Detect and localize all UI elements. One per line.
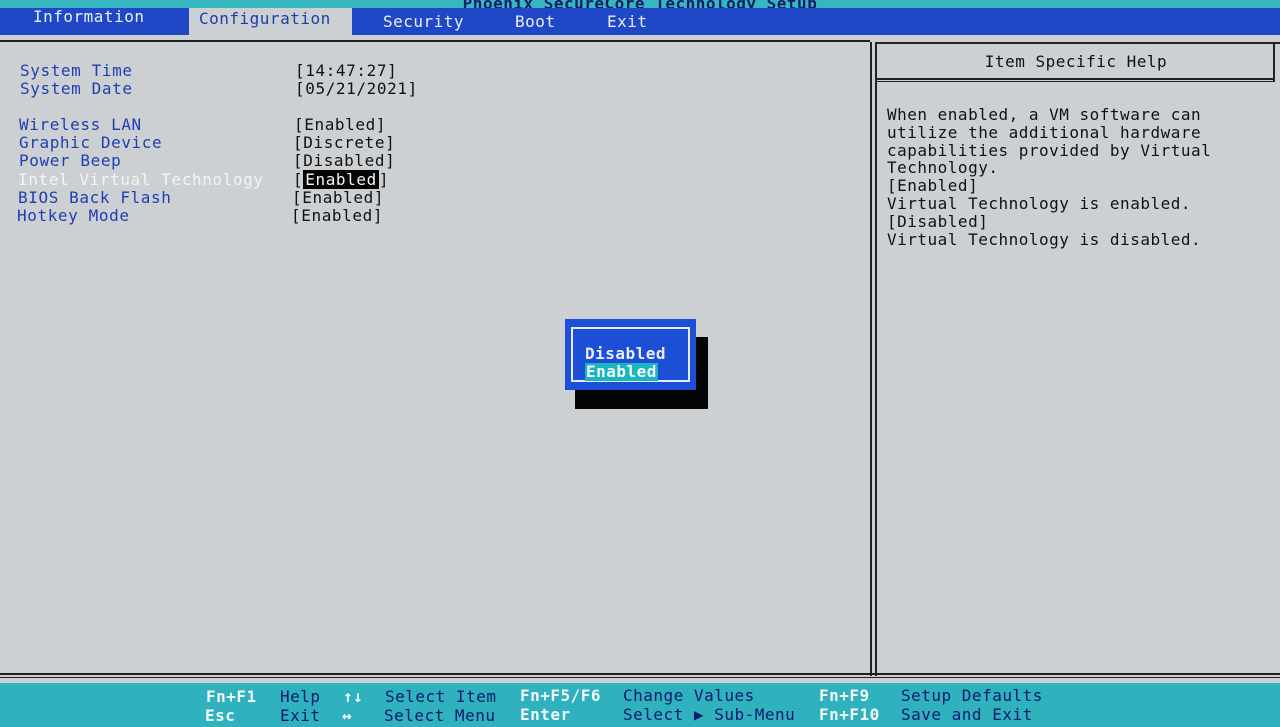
footer-key: Fn+F1 [206, 687, 257, 706]
popup-option-disabled[interactable]: Disabled [585, 345, 666, 363]
help-line: Virtual Technology is disabled. [887, 229, 1202, 249]
footer-desc: Select Item [385, 687, 497, 706]
menu-bar: Information Configuration Security Boot … [0, 8, 1280, 35]
help-title-divider [877, 78, 1275, 82]
setting-value[interactable]: [Discrete] [293, 134, 395, 152]
footer-key: Fn+F10 [819, 705, 880, 724]
footer-desc: Save and Exit [901, 705, 1033, 724]
setting-value[interactable]: [Disabled] [293, 152, 395, 170]
setting-label: BIOS Back Flash [18, 188, 172, 207]
setting-label: Hotkey Mode [17, 206, 130, 225]
footer-desc: Help [280, 687, 321, 706]
help-line: When enabled, a VM software can [887, 105, 1202, 124]
footer-key: Fn+F9 [819, 686, 870, 705]
footer-desc: Setup Defaults [901, 686, 1043, 705]
help-panel-title: Item Specific Help [984, 52, 1168, 71]
left-panel-top-border [0, 40, 870, 42]
help-line: Virtual Technology is enabled. [887, 193, 1191, 213]
tab-information[interactable]: Information [18, 8, 186, 27]
footer-key: Esc [205, 706, 236, 725]
setting-label: Graphic Device [19, 133, 163, 152]
setting-label: System Time [20, 61, 133, 80]
footer-key: Fn+F5/F6 [520, 686, 602, 705]
setting-label: Intel Virtual Technology [18, 170, 264, 189]
tab-exit[interactable]: Exit [597, 13, 677, 35]
help-line: [Disabled] [887, 211, 989, 231]
footer-key: ↔ [342, 706, 353, 725]
footer-desc: Change Values [623, 686, 755, 705]
help-line: Technology. [887, 158, 999, 178]
popup-frame: Disabled Enabled [571, 327, 690, 382]
footer-key: Enter [520, 705, 571, 724]
footer-desc: Exit [280, 706, 321, 725]
footer-desc: Select Menu [384, 706, 496, 725]
setting-label: Power Beep [19, 151, 122, 170]
setting-value[interactable]: [Enabled] [291, 207, 383, 225]
selected-value-highlight: Enabled [303, 170, 379, 189]
setting-value[interactable]: [Enabled] [293, 170, 389, 189]
bios-screen: Phoenix SecureCore Technology Setup Info… [0, 0, 1280, 727]
tab-boot[interactable]: Boot [505, 13, 585, 35]
tab-configuration[interactable]: Configuration [189, 8, 352, 35]
help-line: utilize the additional hardware [887, 122, 1202, 142]
setting-value[interactable]: [14:47:27] [295, 62, 397, 80]
title-bar: Phoenix SecureCore Technology Setup [0, 0, 1280, 13]
footer-desc: Select ▶ Sub-Menu [623, 705, 796, 724]
help-panel-top-border [877, 42, 1280, 44]
setting-label: Wireless LAN [19, 115, 142, 134]
help-line: capabilities provided by Virtual [887, 140, 1212, 160]
help-line: [Enabled] [887, 176, 979, 196]
panel-divider [870, 42, 877, 676]
tab-security[interactable]: Security [373, 13, 493, 35]
footer-key: ↑↓ [343, 687, 364, 706]
footer-keybar: Fn+F1 Help ↑↓ Select Item Fn+F5/F6 Chang… [0, 683, 1280, 727]
setting-value[interactable]: [Enabled] [292, 189, 384, 207]
panel-bottom-border [0, 673, 1280, 678]
popup-option-enabled[interactable]: Enabled [585, 363, 658, 381]
setting-value[interactable]: [Enabled] [294, 116, 386, 134]
value-select-popup: Disabled Enabled [565, 319, 696, 390]
help-panel-text: When enabled, a VM software can utilize t… [887, 106, 1267, 248]
setting-label: System Date [20, 79, 133, 98]
setting-value[interactable]: [05/21/2021] [295, 80, 418, 98]
